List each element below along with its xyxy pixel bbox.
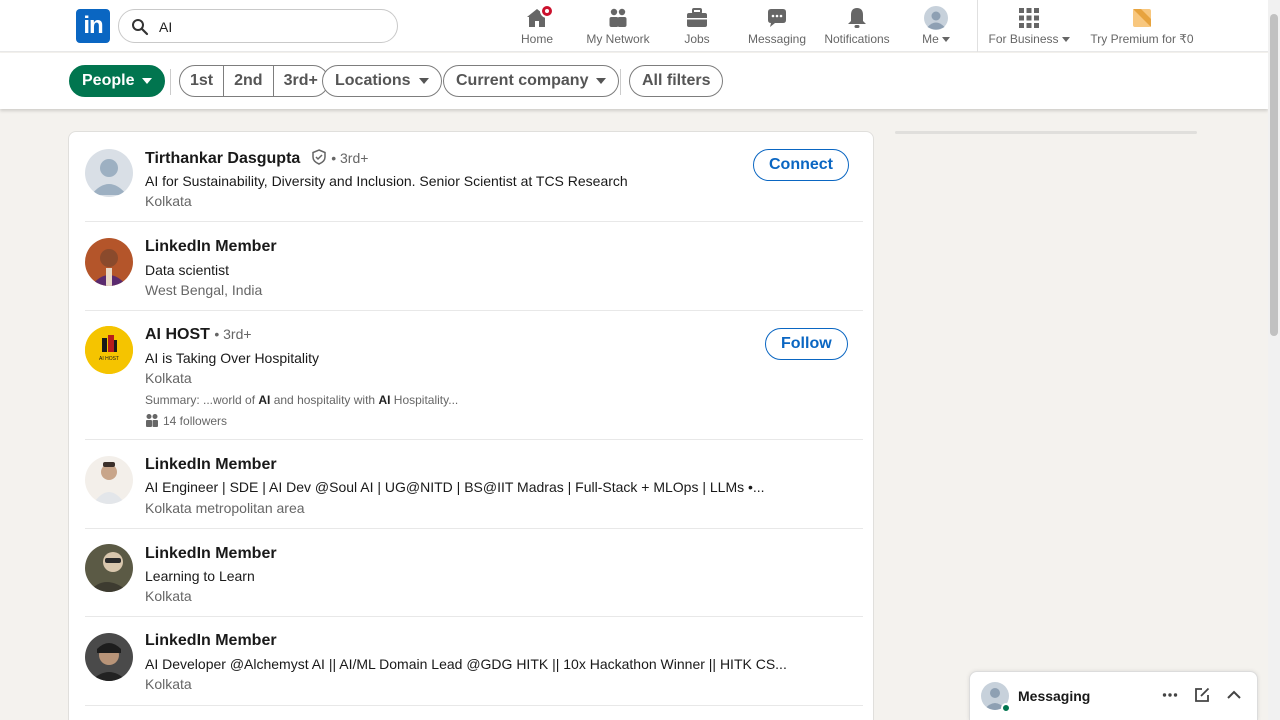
nav-label: Me xyxy=(916,32,956,46)
briefcase-icon xyxy=(687,8,707,27)
chevron-down-icon xyxy=(596,77,607,84)
search-input[interactable] xyxy=(159,16,379,38)
people-icon xyxy=(146,414,158,427)
degree-3rd-filter[interactable]: 3rd+ xyxy=(272,66,328,96)
result-headline: Learning to Learn xyxy=(145,568,255,584)
chat-icon xyxy=(768,9,786,27)
result-name[interactable]: Tirthankar Dasgupta xyxy=(145,150,300,167)
grid-icon xyxy=(1019,8,1039,28)
result-location: West Bengal, India xyxy=(145,282,263,298)
result-location: Kolkata xyxy=(145,370,192,386)
online-status-dot xyxy=(1001,703,1011,713)
nav-label: Notifications xyxy=(824,32,890,46)
result-name[interactable]: AI HOST xyxy=(145,326,210,343)
logo-text: AI HOST xyxy=(99,356,119,362)
result-headline: AI for Sustainability, Diversity and Inc… xyxy=(145,173,628,189)
result-name[interactable]: LinkedIn Member xyxy=(145,545,277,563)
result-headline: AI Developer @Alchemyst AI || AI/ML Doma… xyxy=(145,656,787,672)
nav-label: Jobs xyxy=(684,32,710,46)
nav-label: Messaging xyxy=(747,32,807,46)
avatar xyxy=(924,6,948,30)
filter-divider xyxy=(170,69,171,95)
compose-icon[interactable] xyxy=(1193,686,1211,704)
all-filters-button[interactable]: All filters xyxy=(629,65,724,97)
scrollbar-thumb[interactable] xyxy=(1270,14,1278,336)
result-item: LinkedIn Member AI Engineer | SDE | AI D… xyxy=(69,440,873,529)
nav-label: Try Premium for ₹0 xyxy=(1090,32,1194,46)
profile-avatar[interactable] xyxy=(85,149,133,197)
nav-label: For Business xyxy=(988,32,1070,46)
result-headline: Data scientist xyxy=(145,262,230,278)
degree-1st-filter[interactable]: 1st xyxy=(180,66,223,96)
nav-divider xyxy=(977,0,978,52)
result-name[interactable]: LinkedIn Member xyxy=(145,238,277,256)
search-box[interactable] xyxy=(118,9,398,43)
bell-icon xyxy=(848,8,866,28)
people-filter[interactable]: People xyxy=(69,65,166,97)
nav-label: My Network xyxy=(586,32,650,46)
notification-badge xyxy=(540,4,554,18)
connect-button[interactable]: Connect xyxy=(753,149,849,181)
result-name[interactable]: LinkedIn Member xyxy=(145,456,277,474)
result-location: Kolkata metropolitan area xyxy=(145,500,305,516)
chevron-down-icon xyxy=(142,77,153,84)
nav-for-business[interactable]: For Business xyxy=(988,0,1070,52)
result-item: LinkedIn Member Data scientist West Beng… xyxy=(69,222,873,311)
result-item: AI HOST AI HOST • 3rd+ AI is Taking Over… xyxy=(69,311,873,440)
degree-2nd-filter[interactable]: 2nd xyxy=(223,66,272,96)
nav-notifications[interactable]: Notifications xyxy=(822,0,892,52)
chevron-down-icon xyxy=(941,37,950,43)
followers-count: 14 followers xyxy=(145,413,227,428)
premium-icon xyxy=(1133,9,1151,27)
more-options-icon[interactable] xyxy=(1161,686,1179,704)
filter-divider xyxy=(620,69,621,95)
chevron-down-icon xyxy=(418,77,429,84)
verified-icon xyxy=(312,149,326,165)
top-nav: in Home My Network Jobs xyxy=(0,0,1268,52)
profile-avatar[interactable] xyxy=(85,544,133,592)
search-icon xyxy=(132,19,149,36)
nav-messaging[interactable]: Messaging xyxy=(746,0,808,52)
network-icon xyxy=(609,8,627,27)
connection-degree-filter: 1st 2nd 3rd+ xyxy=(179,65,329,97)
follow-button[interactable]: Follow xyxy=(765,328,848,360)
result-item: LinkedIn Member AI Developer @Alchemyst … xyxy=(69,617,873,706)
chevron-up-icon[interactable] xyxy=(1225,686,1243,704)
result-headline: AI Engineer | SDE | AI Dev @Soul AI | UG… xyxy=(145,479,765,495)
profile-avatar[interactable] xyxy=(85,633,133,681)
filter-bar: People 1st 2nd 3rd+ Locations Current co… xyxy=(0,53,1268,109)
messaging-overlay[interactable]: Messaging xyxy=(969,671,1258,720)
nav-try-premium[interactable]: Try Premium for ₹0 xyxy=(1088,0,1196,52)
result-item: LinkedIn Member Learning to Learn Kolkat… xyxy=(69,529,873,617)
nav-me[interactable]: Me xyxy=(916,0,956,52)
result-item: Tirthankar Dasgupta • 3rd+ AI for Sustai… xyxy=(69,132,873,222)
chevron-down-icon xyxy=(1061,37,1070,43)
result-location: Kolkata xyxy=(145,588,192,604)
nav-my-network[interactable]: My Network xyxy=(583,0,653,52)
locations-filter[interactable]: Locations xyxy=(322,65,442,97)
company-logo[interactable]: AI HOST xyxy=(85,326,133,374)
messaging-label: Messaging xyxy=(1018,688,1091,704)
result-location: Kolkata xyxy=(145,676,192,692)
profile-avatar[interactable] xyxy=(85,456,133,504)
divider xyxy=(85,705,863,706)
page-scrollbar[interactable] xyxy=(1268,0,1280,720)
search-results-card: Tirthankar Dasgupta • 3rd+ AI for Sustai… xyxy=(68,131,874,720)
result-summary: Summary: ...world of AI and hospitality … xyxy=(145,393,459,407)
nav-home[interactable]: Home xyxy=(515,0,559,52)
connection-degree: • 3rd+ xyxy=(214,326,252,342)
result-headline: AI is Taking Over Hospitality xyxy=(145,350,320,366)
right-rail-placeholder xyxy=(895,131,1197,134)
nav-label: Home xyxy=(520,32,553,46)
connection-degree: • 3rd+ xyxy=(331,150,369,166)
result-location: Kolkata xyxy=(145,193,192,209)
profile-avatar[interactable] xyxy=(85,238,133,286)
linkedin-logo[interactable]: in xyxy=(76,9,110,43)
current-company-filter[interactable]: Current company xyxy=(443,65,620,97)
nav-jobs[interactable]: Jobs xyxy=(680,0,714,52)
result-name[interactable]: LinkedIn Member xyxy=(145,632,277,650)
